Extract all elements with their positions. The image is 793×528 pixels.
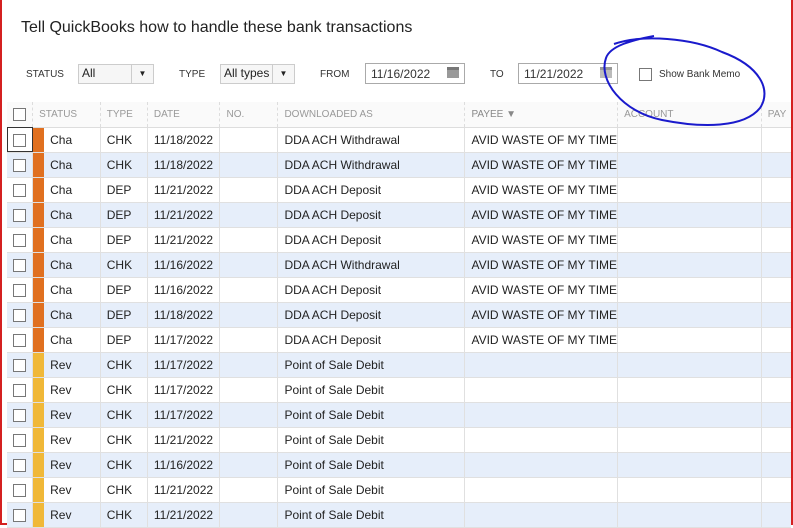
hand-drawn-circle-annotation — [603, 35, 766, 126]
